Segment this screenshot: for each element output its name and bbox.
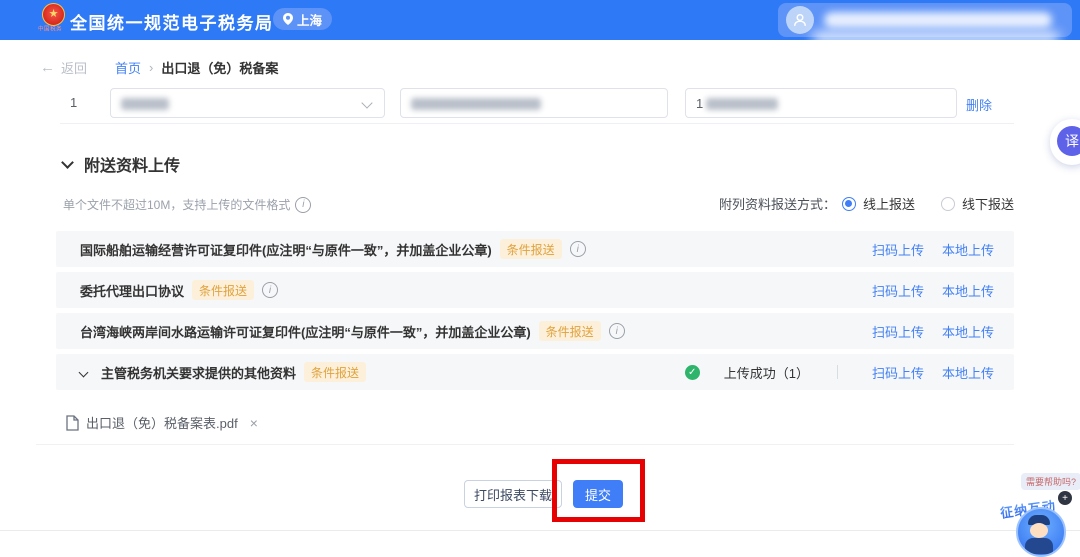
- info-icon[interactable]: i: [608, 323, 625, 339]
- table-row: 委托代理出口协议 条件报送 i 扫码上传 本地上传: [56, 272, 1014, 308]
- radio-online[interactable]: [841, 196, 856, 211]
- vertical-divider: [836, 365, 838, 379]
- back-label: 返回: [61, 61, 88, 76]
- chevron-down-icon: [361, 97, 373, 109]
- scan-upload-link[interactable]: 扫码上传: [872, 240, 924, 259]
- app-title: 全国统一规范电子税务局: [70, 14, 274, 33]
- doc-type-select[interactable]: [110, 88, 385, 118]
- print-report-button[interactable]: 打印报表下载: [464, 480, 562, 508]
- radio-dot: [845, 200, 853, 207]
- card-bottom-border: [36, 444, 1014, 445]
- scan-upload-link[interactable]: 扫码上传: [872, 322, 924, 341]
- table-row: 主管税务机关要求提供的其他资料 条件报送 ✓ 上传成功（1） 扫码上传 本地上传: [56, 354, 1014, 390]
- logo-caption: 中国税务: [38, 26, 63, 33]
- radio-offline[interactable]: [940, 196, 955, 211]
- local-upload-link[interactable]: 本地上传: [942, 322, 994, 341]
- conditional-badge: 条件报送: [192, 280, 255, 300]
- section-title: 附送资料上传: [84, 158, 181, 175]
- delete-link[interactable]: 删除: [966, 95, 992, 114]
- document-name: 委托代理出口协议: [80, 283, 185, 299]
- mode-label: 附列资料报送方式：: [718, 197, 836, 212]
- info-icon[interactable]: i: [569, 241, 586, 257]
- file-name: 出口退（免）税备案表.pdf: [86, 416, 238, 431]
- location-badge[interactable]: 上海: [273, 8, 333, 30]
- masked-input-value: [411, 98, 541, 110]
- breadcrumb-current: 出口退（免）税备案: [161, 61, 279, 76]
- row-index: 1: [70, 95, 78, 110]
- scan-upload-link[interactable]: 扫码上传: [872, 363, 924, 382]
- local-upload-link[interactable]: 本地上传: [942, 281, 994, 300]
- emblem-star-icon: ★: [48, 8, 59, 20]
- local-upload-link[interactable]: 本地上传: [942, 363, 994, 382]
- masked-select-value: [121, 98, 169, 110]
- person-icon: [794, 14, 806, 27]
- location-pin-icon: [283, 13, 293, 25]
- tax-emblem-icon: ★: [42, 3, 65, 26]
- doc-extra-input[interactable]: 1: [685, 88, 957, 118]
- assistant-avatar[interactable]: [1016, 507, 1066, 557]
- submit-mode-group: 附列资料报送方式： 线上报送 线下报送: [719, 194, 1014, 213]
- breadcrumb-separator-icon: ›: [149, 60, 154, 75]
- attached-file: 出口退（免）税备案表.pdf ×: [66, 413, 258, 432]
- upload-success-icon: ✓: [684, 364, 700, 380]
- document-name: 台湾海峡两岸间水路运输许可证复印件(应注明“与原件一致”，并加盖企业公章): [80, 324, 531, 340]
- info-icon[interactable]: i: [262, 282, 279, 298]
- avatar-body: [1025, 538, 1053, 554]
- breadcrumb-home[interactable]: 首页: [115, 58, 141, 77]
- page-bottom-border: [0, 530, 1080, 531]
- conditional-badge: 条件报送: [538, 321, 601, 341]
- avatar-face: [1030, 523, 1048, 538]
- mode-offline-label: 线下报送: [961, 197, 1014, 212]
- scan-upload-link[interactable]: 扫码上传: [872, 281, 924, 300]
- upload-hint-text: 单个文件不超过10M，支持上传的文件格式: [63, 198, 291, 212]
- upload-status: 上传成功（1）: [723, 365, 809, 381]
- expand-chevron-icon[interactable]: [78, 367, 89, 377]
- user-avatar: [786, 6, 814, 34]
- section-chevron-down-icon[interactable]: [61, 156, 74, 169]
- submit-button[interactable]: 提交: [573, 480, 623, 508]
- input-value-prefix: 1: [696, 96, 704, 111]
- user-chip-blur-bleed: [812, 32, 1060, 44]
- conditional-badge: 条件报送: [499, 239, 562, 259]
- section-divider: [60, 123, 1014, 124]
- breadcrumb: ← 返回 首页 › 出口退（免）税备案: [40, 58, 278, 77]
- info-icon[interactable]: i: [295, 196, 312, 213]
- location-label: 上海: [297, 13, 323, 28]
- mode-online-label: 线上报送: [862, 197, 915, 212]
- translate-button[interactable]: 译: [1057, 126, 1080, 156]
- doc-number-input[interactable]: [400, 88, 668, 118]
- remove-file-icon[interactable]: ×: [250, 415, 258, 431]
- assistant-help-bubble[interactable]: 需要帮助吗?: [1021, 473, 1080, 490]
- upload-hint: 单个文件不超过10M，支持上传的文件格式 i: [63, 196, 312, 213]
- back-arrow-icon: ←: [40, 59, 55, 76]
- local-upload-link[interactable]: 本地上传: [942, 240, 994, 259]
- document-name: 主管税务机关要求提供的其他资料: [101, 365, 297, 381]
- back-link[interactable]: ← 返回: [40, 58, 87, 77]
- conditional-badge: 条件报送: [304, 362, 367, 382]
- file-icon: [66, 414, 79, 431]
- masked-input-value: [706, 98, 778, 110]
- table-row: 国际船舶运输经营许可证复印件(应注明“与原件一致”，并加盖企业公章) 条件报送 …: [56, 231, 1014, 267]
- table-row: 台湾海峡两岸间水路运输许可证复印件(应注明“与原件一致”，并加盖企业公章) 条件…: [56, 313, 1014, 349]
- assistant-plus-icon[interactable]: +: [1058, 491, 1072, 505]
- document-name: 国际船舶运输经营许可证复印件(应注明“与原件一致”，并加盖企业公章): [80, 242, 492, 258]
- user-name-blurred: [824, 12, 1052, 28]
